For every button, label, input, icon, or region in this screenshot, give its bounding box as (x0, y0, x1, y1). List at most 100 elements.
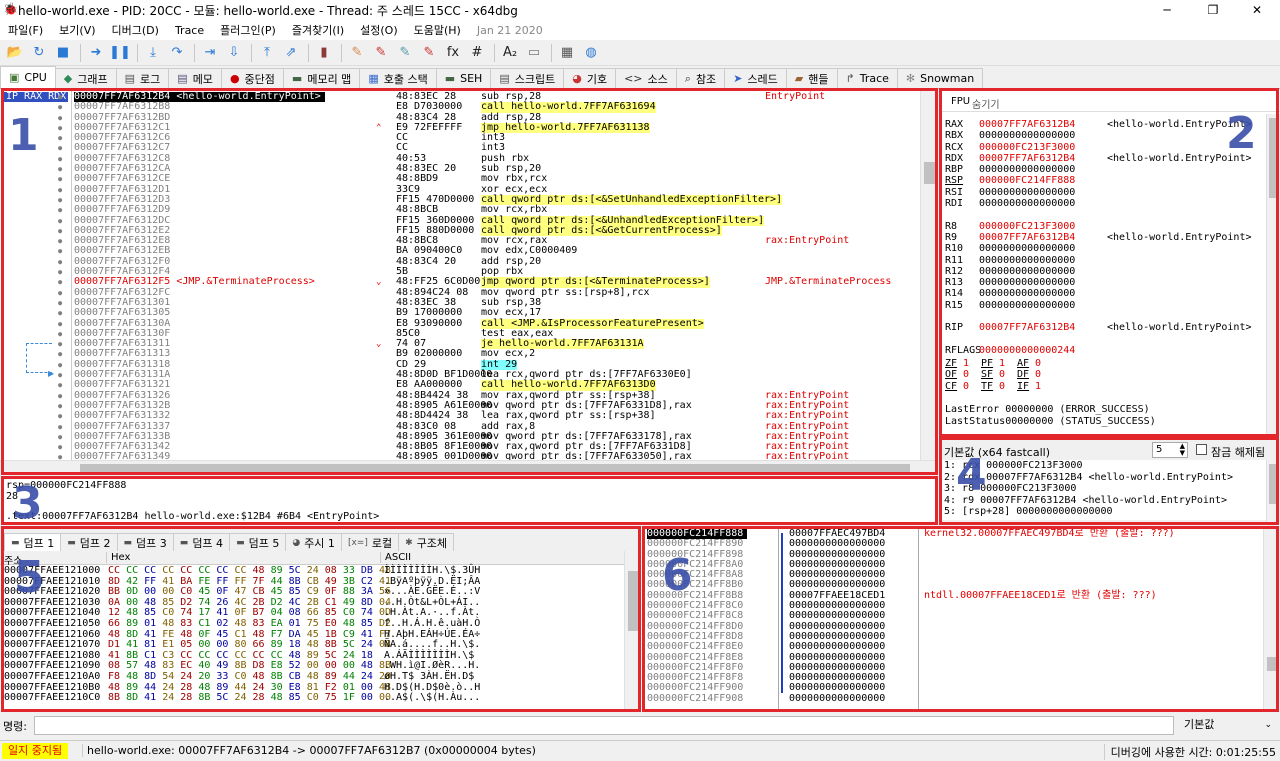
menu-item[interactable]: Trace (167, 24, 212, 37)
bookmark-icon[interactable]: ✎ (418, 43, 440, 63)
arg-count-spinner[interactable]: 5 ▲ ▼ (1152, 442, 1188, 458)
breakpoint-dot[interactable]: ● (58, 298, 62, 308)
menu-item[interactable]: 즐겨찾기(I) (284, 22, 352, 38)
registers-view[interactable]: FPU 숨기기 RAX 00007FF7AF6312B4 <hello-world.… (940, 90, 1280, 435)
breakpoint-dot[interactable]: ● (58, 123, 62, 133)
patch-icon[interactable]: ✎ (346, 43, 368, 63)
breakpoint-dot[interactable]: ● (58, 442, 62, 452)
menu-item[interactable]: 도움말(H) (406, 22, 469, 38)
tab-call-stack[interactable]: ▦ 호출 스택 (359, 68, 437, 88)
tab-breakpoint[interactable]: ● 중단점 (220, 68, 284, 88)
stop-icon[interactable]: ■ (52, 43, 74, 63)
breakpoint-dot[interactable]: ● (58, 422, 62, 432)
execute-till-return-icon[interactable]: ⤒ (256, 43, 278, 63)
tab-memory-map[interactable]: ▬ 메모리 맵 (282, 68, 361, 88)
flag-name[interactable]: AF (1017, 358, 1029, 369)
stack-view[interactable]: 000000FC214FF888 00007FFAEC497BD4 kernel32… (643, 527, 1280, 710)
breakpoint-dot[interactable]: ● (58, 102, 62, 112)
breakpoint-dot[interactable]: ● (58, 113, 62, 123)
breakpoint-dot[interactable]: ● (58, 432, 62, 442)
trace-over-icon[interactable]: ⇩ (223, 43, 245, 63)
font-size-icon[interactable]: A₂ (499, 43, 521, 63)
register-row[interactable]: RIP 00007FF7AF6312B4 <hello-world.EntryPoi… (945, 322, 1265, 333)
breakpoint-dot[interactable]: ● (58, 267, 62, 277)
dump-tab-4[interactable]: ▬ 덤프 4 (172, 533, 231, 551)
arg-row[interactable]: 4: r9 00007FF7AF6312B4 <hello-world.Entr… (940, 495, 1266, 507)
tab-graph[interactable]: ◆ 그래프 (54, 68, 117, 88)
globe-icon[interactable]: ◍ (580, 43, 602, 63)
register-row[interactable]: R9 00007FF7AF6312B4 <hello-world.EntryPoin… (945, 232, 1265, 243)
breakpoint-dot[interactable]: ● (58, 174, 62, 184)
disassembly-view[interactable]: IP RAX RDX ● 00007FF7AF6312B4 <hello-world… (0, 90, 937, 475)
register-row[interactable]: R12 0000000000000000 (945, 266, 1265, 277)
breakpoint-dot[interactable]: ● (58, 380, 62, 390)
register-row[interactable] (945, 209, 1265, 220)
tab-script[interactable]: ▤ 스크립트 (490, 68, 565, 88)
fpu-tab[interactable]: FPU (951, 96, 970, 107)
breakpoint-dot[interactable]: ● (58, 360, 62, 370)
arg-row[interactable]: 5: [rsp+28] 0000000000000000 (940, 506, 1266, 518)
tab-handles[interactable]: ▰ 핸들 (785, 68, 838, 88)
flag-name[interactable]: TF (981, 381, 993, 392)
register-row[interactable]: RBP 0000000000000000 (945, 164, 1265, 175)
breakpoint-dot[interactable]: ● (58, 277, 62, 287)
flag-name[interactable]: PF (981, 358, 993, 369)
breakpoint-dot[interactable]: ● (58, 216, 62, 226)
breakpoint-dot[interactable]: ● (58, 195, 62, 205)
dump-tab-3[interactable]: ▬ 덤프 3 (116, 533, 174, 551)
menu-item[interactable]: 플러그인(P) (212, 22, 284, 38)
tab-threads[interactable]: ➤ 스레드 (724, 68, 787, 88)
calculator-icon[interactable]: ▦ (556, 43, 578, 63)
hash-icon[interactable]: # (466, 43, 488, 63)
menu-item[interactable]: 보기(V) (51, 22, 103, 38)
breakpoint-dot[interactable]: ● (58, 257, 62, 267)
flag-name[interactable]: CF (945, 381, 957, 392)
breakpoint-dot[interactable]: ● (58, 308, 62, 318)
tab-references[interactable]: ⌕ 참조 (675, 68, 726, 88)
dump-vscroll[interactable] (624, 551, 640, 710)
register-row[interactable]: R10 0000000000000000 (945, 243, 1265, 254)
step-over-icon[interactable]: ↷ (166, 43, 188, 63)
minimize-button[interactable]: ─ (1144, 0, 1190, 20)
comment-icon[interactable]: ✎ (370, 43, 392, 63)
breakpoint-dot[interactable]: ● (58, 349, 62, 359)
pause-icon[interactable]: ❚❚ (109, 43, 131, 63)
registers-vscroll[interactable] (1266, 114, 1280, 435)
register-row[interactable]: R13 0000000000000000 (945, 277, 1265, 288)
breakpoint-dot[interactable]: ● (58, 185, 62, 195)
breakpoint-dot[interactable]: ● (58, 391, 62, 401)
tab-seh[interactable]: ▬ SEH (435, 68, 492, 88)
flag-name[interactable]: SF (981, 369, 993, 380)
register-row[interactable]: RCX 000000FC213F3000 (945, 142, 1265, 153)
breakpoint-dot[interactable]: ● (58, 246, 62, 256)
breakpoint-dot[interactable]: ● (58, 92, 62, 102)
register-row[interactable]: RDX 00007FF7AF6312B4 <hello-world.EntryPoi… (945, 153, 1265, 164)
tab-snowman[interactable]: ✻ Snowman (896, 68, 984, 88)
register-row[interactable]: R11 0000000000000000 (945, 255, 1265, 266)
breakpoint-dot[interactable]: ● (58, 339, 62, 349)
maximize-button[interactable]: ❐ (1190, 0, 1236, 20)
command-mode-select[interactable]: 기본값 ⌄ (1180, 716, 1276, 735)
menu-item[interactable]: 파일(F) (0, 22, 51, 38)
breakpoint-dot[interactable]: ● (58, 133, 62, 143)
breakpoint-dot[interactable]: ● (58, 401, 62, 411)
label-icon[interactable]: ✎ (394, 43, 416, 63)
dump-tab-7[interactable]: [x=] 로컬 (340, 533, 400, 551)
breakpoint-dot[interactable]: ● (58, 164, 62, 174)
breakpoint-dot[interactable]: ● (58, 288, 62, 298)
args-vscroll[interactable] (1266, 460, 1280, 522)
register-row[interactable]: RSI 0000000000000000 (945, 187, 1265, 198)
arg-row[interactable]: 1: rcx 000000FC213F3000 (940, 460, 1266, 472)
register-row[interactable]: R15 0000000000000000 (945, 300, 1265, 311)
script-icon[interactable]: ▮ (313, 43, 335, 63)
disasm-hscroll[interactable] (0, 460, 937, 475)
stack-vscroll[interactable] (1263, 527, 1280, 710)
strings-icon[interactable]: ▭ (523, 43, 545, 63)
breakpoint-dot[interactable]: ● (58, 370, 62, 380)
tab-cpu[interactable]: ▣ CPU (0, 66, 56, 88)
call-convention-select[interactable]: 기본값 (x64 fastcall) (944, 444, 1050, 460)
restart-icon[interactable]: ↻ (28, 43, 50, 63)
register-row[interactable]: RBX 0000000000000000 (945, 130, 1265, 141)
dump-tab-8[interactable]: ✱ 구조체 (398, 533, 454, 551)
breakpoint-dot[interactable]: ● (58, 205, 62, 215)
